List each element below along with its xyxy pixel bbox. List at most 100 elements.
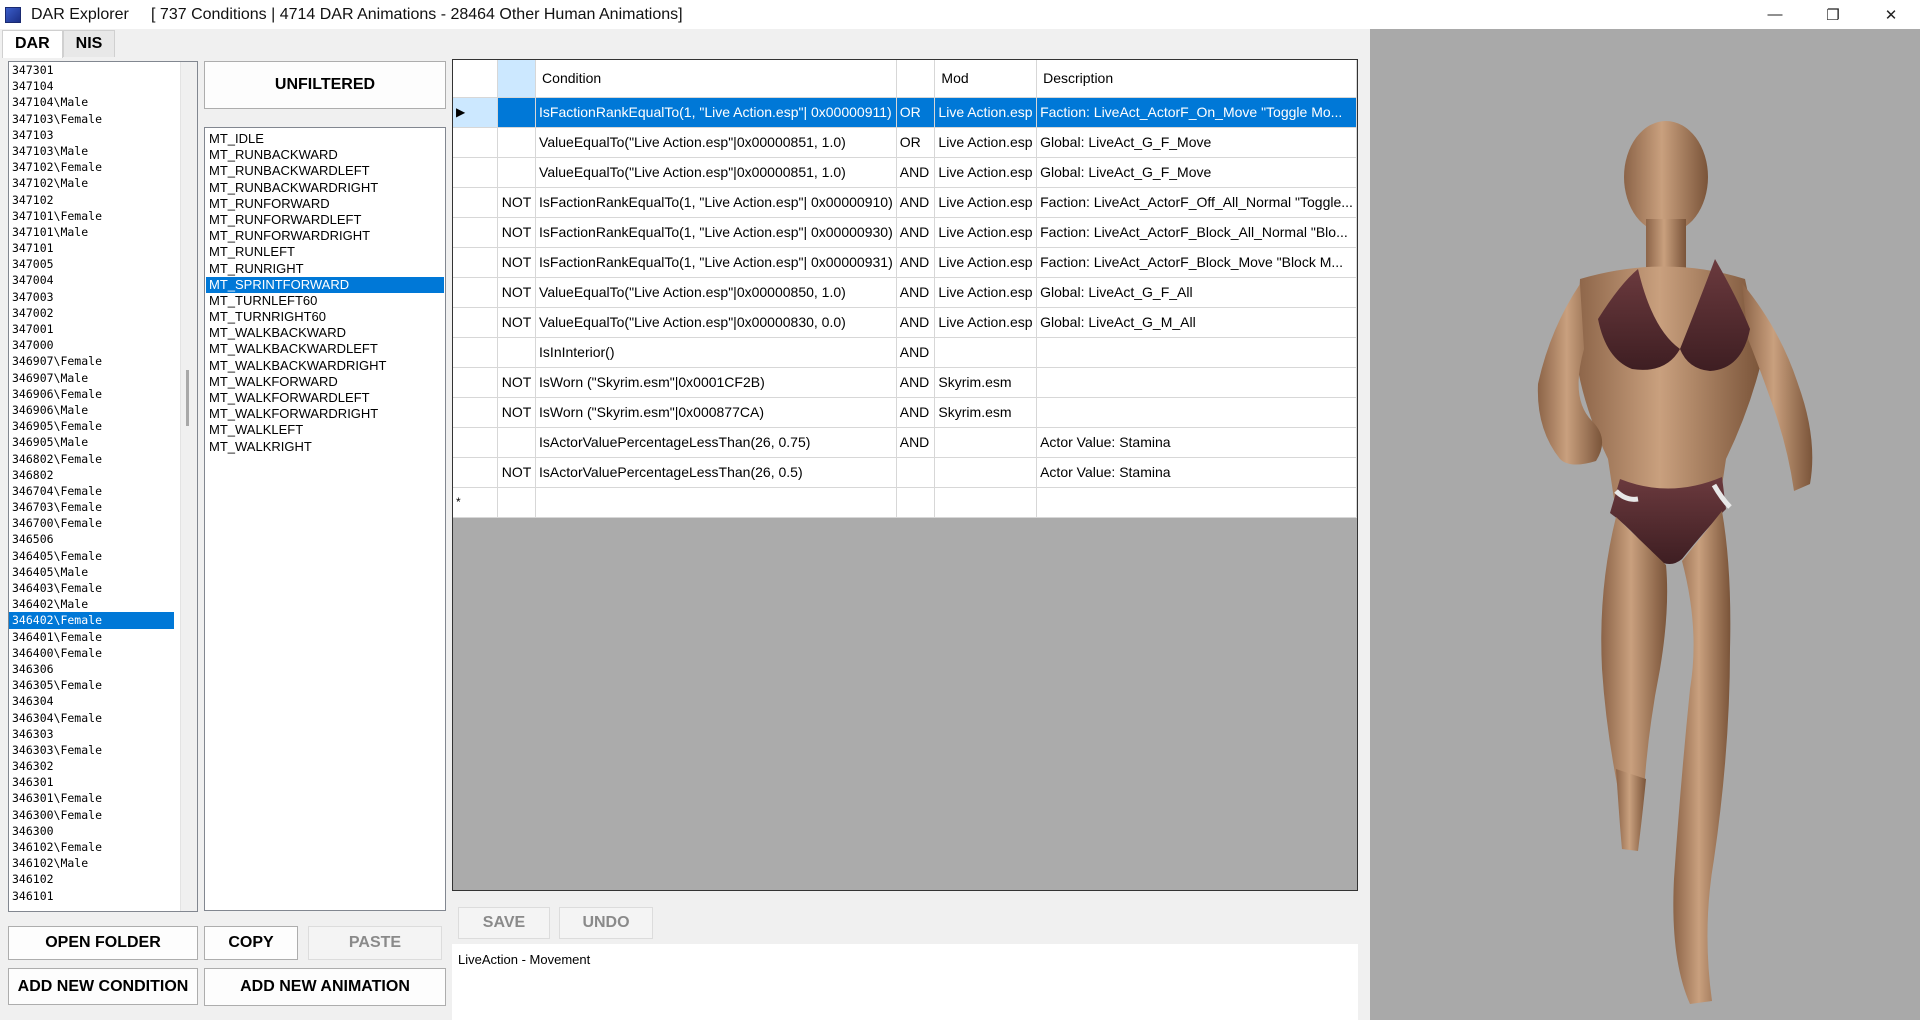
operator-cell[interactable] — [896, 457, 936, 488]
row-header[interactable] — [453, 187, 498, 218]
mod-cell[interactable]: Live Action.esp — [934, 187, 1038, 218]
folder-list-item[interactable]: 346907\Male — [9, 370, 174, 386]
folder-list-item[interactable]: 347001 — [9, 321, 174, 337]
folder-list-item[interactable]: 346907\Female — [9, 353, 174, 369]
folder-list-item[interactable]: 346905\Male — [9, 434, 174, 450]
folder-list-item[interactable]: 346102\Female — [9, 839, 174, 855]
restore-button[interactable]: ❐ — [1804, 0, 1862, 29]
column-header-not[interactable] — [497, 60, 537, 98]
folder-list-item[interactable]: 346403\Female — [9, 580, 174, 596]
table-row[interactable]: IsActorValuePercentageLessThan(26, 0.75)… — [453, 427, 1357, 458]
animation-list-item[interactable]: MT_RUNLEFT — [206, 244, 444, 260]
description-cell[interactable]: Faction: LiveAct_ActorF_On_Move "Toggle … — [1036, 97, 1357, 128]
mod-cell[interactable]: Live Action.esp — [934, 277, 1038, 308]
description-cell[interactable]: Global: LiveAct_G_M_All — [1036, 307, 1357, 338]
folder-list-item[interactable]: 346304\Female — [9, 710, 174, 726]
conditions-grid[interactable]: Condition Mod Description ▶ IsFactionRank… — [452, 59, 1358, 891]
not-cell[interactable] — [497, 97, 537, 128]
operator-cell[interactable]: AND — [896, 247, 936, 278]
description-cell[interactable]: Global: LiveAct_G_F_Move — [1036, 127, 1357, 158]
column-header-description[interactable]: Description — [1036, 60, 1357, 98]
empty-cell[interactable] — [934, 487, 1038, 518]
folder-list-item[interactable]: 347101\Male — [9, 224, 174, 240]
not-cell[interactable]: NOT — [497, 277, 537, 308]
tab-nis[interactable]: NIS — [62, 30, 116, 57]
folder-list-item[interactable]: 347102\Male — [9, 175, 174, 191]
mod-cell[interactable]: Live Action.esp — [934, 217, 1038, 248]
not-cell[interactable] — [497, 127, 537, 158]
row-header[interactable] — [453, 247, 498, 278]
folder-list-item[interactable]: 346506 — [9, 531, 174, 547]
table-row[interactable]: NOT IsFactionRankEqualTo(1, "Live Action.… — [453, 187, 1357, 218]
animation-list-item[interactable]: MT_WALKFORWARDRIGHT — [206, 406, 444, 422]
empty-cell[interactable] — [497, 487, 537, 518]
mod-cell[interactable] — [934, 337, 1038, 368]
mod-cell[interactable]: Live Action.esp — [934, 127, 1038, 158]
table-row[interactable]: ▶ IsFactionRankEqualTo(1, "Live Action.es… — [453, 97, 1357, 128]
folder-list-item[interactable]: 346405\Male — [9, 564, 174, 580]
folder-list-item[interactable]: 346304 — [9, 693, 174, 709]
description-cell[interactable]: Actor Value: Stamina — [1036, 457, 1357, 488]
animation-list-item[interactable]: MT_RUNBACKWARDLEFT — [206, 163, 444, 179]
table-row[interactable]: NOT IsActorValuePercentageLessThan(26, 0.… — [453, 457, 1357, 488]
row-header[interactable] — [453, 397, 498, 428]
not-cell[interactable]: NOT — [497, 307, 537, 338]
paste-button[interactable]: PASTE — [308, 926, 442, 960]
folder-list-item[interactable]: 346703\Female — [9, 499, 174, 515]
not-cell[interactable]: NOT — [497, 367, 537, 398]
row-header[interactable] — [453, 127, 498, 158]
not-cell[interactable]: NOT — [497, 187, 537, 218]
animation-list-item[interactable]: MT_WALKFORWARDLEFT — [206, 390, 444, 406]
animation-list-item[interactable]: MT_RUNBACKWARDRIGHT — [206, 180, 444, 196]
table-row[interactable]: NOT ValueEqualTo("Live Action.esp"|0x0000… — [453, 307, 1357, 338]
minimize-button[interactable]: — — [1746, 0, 1804, 29]
folder-list-item[interactable]: 347103\Male — [9, 143, 174, 159]
folder-list-item[interactable]: 346306 — [9, 661, 174, 677]
table-row[interactable]: ValueEqualTo("Live Action.esp"|0x0000085… — [453, 157, 1357, 188]
description-cell[interactable] — [1036, 397, 1357, 428]
folder-list-item[interactable]: 346300\Female — [9, 807, 174, 823]
row-header[interactable] — [453, 367, 498, 398]
animation-list-item[interactable]: MT_TURNRIGHT60 — [206, 309, 444, 325]
table-row[interactable]: NOT IsFactionRankEqualTo(1, "Live Action.… — [453, 247, 1357, 278]
folder-list-item[interactable]: 346802 — [9, 467, 174, 483]
folder-list-item[interactable]: 346704\Female — [9, 483, 174, 499]
row-header[interactable]: ▶ — [453, 97, 498, 128]
animation-list-item[interactable]: MT_RUNFORWARDRIGHT — [206, 228, 444, 244]
folder-list-item[interactable]: 346906\Female — [9, 386, 174, 402]
condition-cell[interactable]: IsFactionRankEqualTo(1, "Live Action.esp… — [535, 247, 897, 278]
mod-cell[interactable]: Live Action.esp — [934, 157, 1038, 188]
operator-cell[interactable]: AND — [896, 277, 936, 308]
row-header[interactable] — [453, 427, 498, 458]
undo-button[interactable]: UNDO — [559, 907, 653, 939]
folder-list-item[interactable]: 346402\Male — [9, 596, 174, 612]
description-cell[interactable]: Faction: LiveAct_ActorF_Block_Move "Bloc… — [1036, 247, 1357, 278]
table-row[interactable]: ValueEqualTo("Live Action.esp"|0x0000085… — [453, 127, 1357, 158]
add-new-condition-button[interactable]: ADD NEW CONDITION — [8, 968, 198, 1005]
description-cell[interactable]: Faction: LiveAct_ActorF_Block_All_Normal… — [1036, 217, 1357, 248]
operator-cell[interactable]: AND — [896, 397, 936, 428]
animation-list-item[interactable]: MT_RUNFORWARDLEFT — [206, 212, 444, 228]
animation-list-item[interactable]: MT_RUNFORWARD — [206, 196, 444, 212]
folder-list-item[interactable]: 346305\Female — [9, 677, 174, 693]
folder-list-item[interactable]: 346405\Female — [9, 548, 174, 564]
condition-cell[interactable]: ValueEqualTo("Live Action.esp"|0x0000083… — [535, 307, 897, 338]
table-row[interactable]: NOT ValueEqualTo("Live Action.esp"|0x0000… — [453, 277, 1357, 308]
not-cell[interactable]: NOT — [497, 397, 537, 428]
condition-cell[interactable]: IsInInterior() — [535, 337, 897, 368]
description-cell[interactable]: Global: LiveAct_G_F_Move — [1036, 157, 1357, 188]
animation-list-item[interactable]: MT_TURNLEFT60 — [206, 293, 444, 309]
unfiltered-button[interactable]: UNFILTERED — [204, 61, 446, 109]
folder-list-item[interactable]: 346402\Female — [9, 612, 174, 629]
condition-cell[interactable]: ValueEqualTo("Live Action.esp"|0x0000085… — [535, 127, 897, 158]
empty-cell[interactable] — [1036, 487, 1357, 518]
folder-list-item[interactable]: 346401\Female — [9, 629, 174, 645]
operator-cell[interactable]: AND — [896, 427, 936, 458]
folder-list-scrollbar[interactable] — [180, 62, 197, 911]
folder-list-item[interactable]: 347002 — [9, 305, 174, 321]
table-row[interactable]: NOT IsFactionRankEqualTo(1, "Live Action.… — [453, 217, 1357, 248]
mod-cell[interactable] — [934, 427, 1038, 458]
not-cell[interactable] — [497, 157, 537, 188]
operator-cell[interactable]: OR — [896, 97, 936, 128]
folder-list-item[interactable]: 347101 — [9, 240, 174, 256]
